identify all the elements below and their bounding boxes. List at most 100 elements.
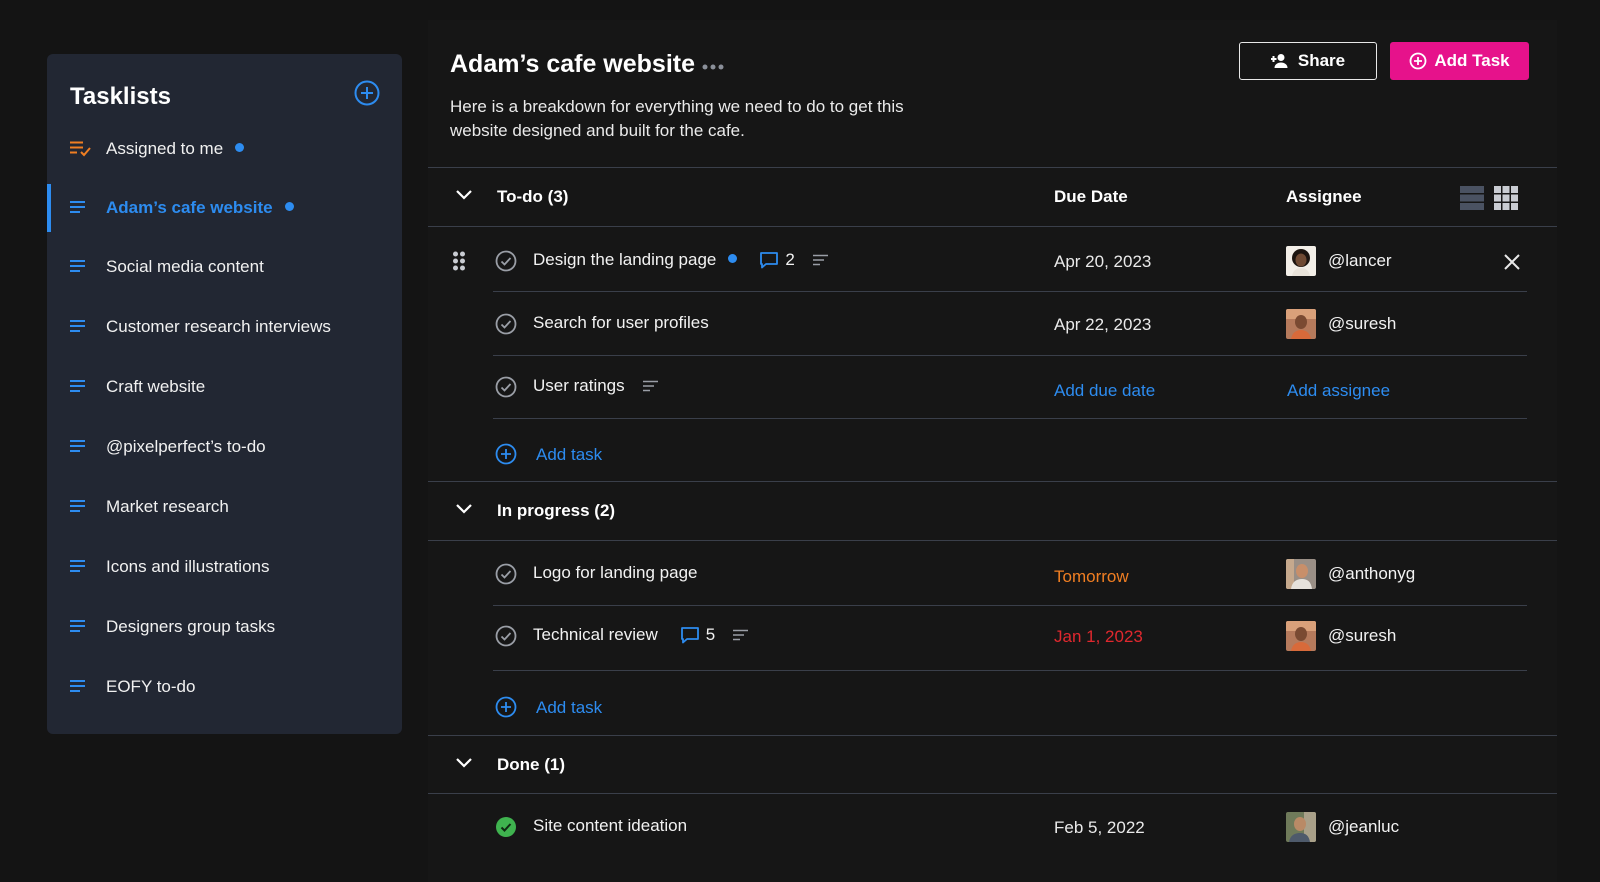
sidebar-item-adams-cafe-website[interactable]: Adam’s cafe website: [47, 184, 402, 232]
section-header-done: Done (1): [428, 736, 1557, 794]
due-date[interactable]: Jan 1, 2023: [1054, 627, 1143, 647]
assignee-handle: @jeanluc: [1328, 817, 1400, 836]
description-icon: [642, 380, 658, 392]
sidebar-item-label: @pixelperfect’s to-do: [106, 437, 266, 456]
list-view-icon[interactable]: [1460, 186, 1484, 210]
comment-count-value: 2: [785, 250, 795, 269]
drag-handle-icon[interactable]: [452, 251, 466, 271]
list-icon: [70, 620, 85, 632]
sidebar-item-label: Social media content: [106, 257, 264, 276]
task-title[interactable]: Search for user profiles: [533, 313, 709, 333]
due-date[interactable]: Feb 5, 2022: [1054, 818, 1145, 838]
sidebar-title: Tasklists: [70, 83, 171, 110]
comment-icon: [760, 252, 779, 269]
completed-check-icon[interactable]: [495, 816, 517, 838]
sidebar-item-label: Designers group tasks: [106, 617, 276, 636]
assignee[interactable]: @lancer: [1286, 246, 1392, 276]
add-task-icon[interactable]: [495, 696, 517, 718]
task-title[interactable]: Site content ideation: [533, 816, 687, 836]
avatar: [1286, 309, 1316, 339]
sidebar-item-assigned-to-me[interactable]: Assigned to me: [47, 125, 402, 173]
avatar: [1286, 246, 1316, 276]
task-row[interactable]: Search for user profiles Apr 22, 2023 @s…: [428, 292, 1557, 354]
assignee[interactable]: @suresh: [1286, 621, 1396, 651]
more-options-icon[interactable]: [702, 64, 724, 70]
task-row[interactable]: Technical review 5 Jan 1, 2023 @suresh: [428, 604, 1557, 666]
assigned-list-icon: [70, 141, 91, 157]
share-label: Share: [1297, 51, 1346, 70]
add-task-link[interactable]: Add task: [536, 445, 602, 465]
add-task-row[interactable]: Add task: [428, 676, 1557, 736]
complete-checkbox-icon[interactable]: [495, 376, 517, 398]
add-task-icon[interactable]: [495, 443, 517, 465]
add-due-date-link[interactable]: Add due date: [1054, 381, 1155, 401]
sidebar-item-market-research[interactable]: Market research: [47, 483, 402, 531]
assignee-handle: @lancer: [1328, 251, 1392, 270]
list-icon: [70, 440, 85, 452]
page-title: Adam’s cafe website: [450, 50, 696, 78]
divider: [428, 793, 1557, 794]
column-header-assignee[interactable]: Assignee: [1286, 187, 1362, 207]
sidebar-item-pixelperfects-to-do[interactable]: @pixelperfect’s to-do: [47, 423, 402, 471]
avatar: [1286, 621, 1316, 651]
sidebar-item-icons-and-illustrations[interactable]: Icons and illustrations: [47, 543, 402, 591]
comment-count[interactable]: 5: [680, 625, 715, 645]
due-date[interactable]: Apr 20, 2023: [1054, 252, 1151, 272]
description-icon: [812, 254, 828, 266]
add-task-button[interactable]: Add Task: [1390, 42, 1529, 80]
add-task-link[interactable]: Add task: [536, 698, 602, 718]
sidebar-item-label: Customer research interviews: [106, 317, 331, 336]
section-title: In progress (2): [497, 501, 616, 520]
sidebar-item-eofy-to-do[interactable]: EOFY to-do: [47, 663, 402, 711]
task-row[interactable]: Site content ideation Feb 5, 2022 @jeanl…: [428, 795, 1557, 857]
assignee[interactable]: @jeanluc: [1286, 812, 1399, 842]
chevron-down-icon[interactable]: [456, 758, 472, 768]
task-title[interactable]: Technical review: [533, 625, 658, 645]
sidebar-item-social-media-content[interactable]: Social media content: [47, 243, 402, 291]
list-icon: [70, 380, 85, 392]
assignee-handle: @anthonyg: [1328, 564, 1416, 583]
assignee[interactable]: @suresh: [1286, 309, 1396, 339]
unread-dot: [284, 202, 294, 212]
chevron-down-icon[interactable]: [456, 504, 472, 514]
complete-checkbox-icon[interactable]: [495, 625, 517, 647]
divider: [428, 540, 1557, 541]
task-row[interactable]: Logo for landing page Tomorrow @anthonyg: [428, 542, 1557, 604]
comment-icon: [680, 627, 699, 644]
section-title: To-do (3): [497, 187, 569, 206]
due-date[interactable]: Tomorrow: [1054, 567, 1129, 587]
task-row[interactable]: Design the landing page 2 Apr 20, 2023 @…: [428, 229, 1557, 291]
complete-checkbox-icon[interactable]: [495, 563, 517, 585]
chevron-down-icon[interactable]: [456, 190, 472, 200]
list-icon: [70, 560, 85, 572]
share-button[interactable]: Share: [1239, 42, 1377, 80]
avatar: [1286, 559, 1316, 589]
comment-count[interactable]: 2: [759, 250, 795, 270]
add-task-row[interactable]: Add task: [428, 423, 1557, 483]
due-date[interactable]: Apr 22, 2023: [1054, 315, 1151, 335]
sidebar-item-craft-website[interactable]: Craft website: [47, 363, 402, 411]
task-title[interactable]: User ratings: [533, 376, 625, 396]
grid-view-icon[interactable]: [1494, 186, 1518, 210]
sidebar-item-designers-group-tasks[interactable]: Designers group tasks: [47, 603, 402, 651]
task-row[interactable]: User ratings Add due date Add assignee: [428, 355, 1557, 417]
page-description: Here is a breakdown for everything we ne…: [450, 97, 904, 140]
divider: [428, 226, 1557, 227]
assignee[interactable]: @anthonyg: [1286, 559, 1415, 589]
assignee-handle: @suresh: [1328, 626, 1397, 645]
column-header-due-date[interactable]: Due Date: [1054, 187, 1128, 207]
divider: [493, 418, 1527, 419]
task-title[interactable]: Logo for landing page: [533, 563, 697, 583]
section-title: Done (1): [497, 755, 565, 774]
task-title[interactable]: Design the landing page: [533, 250, 716, 270]
add-tasklist-icon[interactable]: [354, 80, 380, 106]
sidebar-item-customer-research-interviews[interactable]: Customer research interviews: [47, 303, 402, 351]
list-icon: [70, 201, 85, 213]
list-icon: [70, 320, 85, 332]
sidebar-item-label: Icons and illustrations: [106, 557, 270, 576]
close-icon[interactable]: [1503, 253, 1521, 271]
add-assignee-link[interactable]: Add assignee: [1287, 381, 1390, 401]
sidebar-item-label: Adam’s cafe website: [106, 198, 273, 217]
complete-checkbox-icon[interactable]: [495, 313, 517, 335]
complete-checkbox-icon[interactable]: [495, 250, 517, 272]
